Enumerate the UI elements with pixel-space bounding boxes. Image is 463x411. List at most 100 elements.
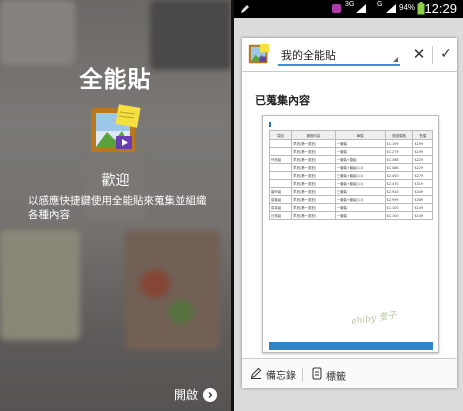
- memo-label: 備忘錄: [266, 371, 296, 382]
- clip-table-cell: 早拍(第一週拍): [291, 139, 336, 148]
- clip-watermark: ehiby 奎子: [350, 310, 398, 328]
- clip-table-cell: 早拍(第一週拍): [291, 171, 336, 180]
- clip-table-cell: $1,100: [384, 203, 414, 212]
- signal-icon: [355, 3, 367, 16]
- screenshot-root: 全能貼 歡迎 以感應快捷鍵使用全能貼來蒐集並組織各種內容 開啟 3G G 94%…: [0, 0, 463, 411]
- signal-icon: [385, 3, 397, 16]
- clip-table-cell: $279: [412, 171, 433, 180]
- status-bar: 3G G 94% 12:29: [234, 0, 463, 18]
- pen-icon: [239, 3, 251, 17]
- clip-table-cell: 宴客組: [268, 195, 293, 204]
- clip-table-cell: $199: [412, 147, 433, 156]
- scrapbook-dialog: 我的全能貼 ✕ ✓ 已蒐集內容 項目 服務內容 單價 優惠價格 售價 早拍(第一週拍) 一…: [242, 38, 457, 388]
- footer-separator: [302, 368, 303, 382]
- scrapbook-app-icon: [89, 104, 141, 156]
- close-icon: ✕: [412, 45, 426, 63]
- clip-table-cell: 三套裝+套組(11): [334, 171, 386, 180]
- app-title: 全能貼: [79, 67, 152, 93]
- clip-table-cell: $349: [412, 187, 433, 196]
- clip-table-cell: [268, 139, 293, 148]
- collected-clip-thumbnail[interactable]: 項目 服務內容 單價 優惠價格 售價 早拍(第一週拍) 一套裝 $1,199 $199 早拍(第…: [262, 115, 439, 353]
- clip-table-cell: 一套裝+套組(11): [334, 163, 386, 172]
- clip-table-row: 早拍(第一週拍) 三套裝+套組(11) $2,450 $279: [268, 171, 433, 180]
- pencil-icon: [250, 367, 262, 382]
- clip-table-cell: $1,388: [384, 155, 414, 164]
- welcome-title: 歡迎: [101, 173, 130, 189]
- dropdown-corner-icon: [393, 57, 398, 62]
- clip-table-cell: 一套裝: [334, 211, 386, 220]
- dialog-footer: 備忘錄 標籤: [242, 358, 457, 388]
- clip-header-cell: 優惠價格: [384, 130, 414, 140]
- start-button[interactable]: 開啟: [174, 386, 218, 403]
- clip-header-cell: 售價: [412, 130, 433, 140]
- clip-table-cell: 早拍(第一週拍): [291, 155, 336, 164]
- network-g-label: G: [377, 1, 383, 8]
- header-separator: [432, 46, 433, 64]
- check-icon: ✓: [440, 46, 452, 62]
- tag-label: 標籤: [326, 371, 346, 383]
- clip-table-cell: $319: [412, 179, 433, 188]
- network-3g-label: 3G: [345, 1, 355, 8]
- clip-table-cell: 寫真組: [268, 203, 293, 212]
- clip-table-cell: $2,450: [384, 171, 414, 180]
- clip-table-row: 寫真組 早拍(第一週拍) 一套裝 $1,100 $149: [268, 203, 433, 212]
- clip-table-cell: $1,488: [384, 163, 414, 172]
- clip-table-cell: 一套裝+套組(11): [334, 195, 386, 204]
- clip-heading-bar: [269, 122, 283, 127]
- clip-table-cell: $1,100: [384, 211, 414, 220]
- section-title: 已蒐集內容: [255, 94, 310, 107]
- clip-table-cell: $229: [412, 155, 433, 164]
- start-button-label: 開啟: [174, 388, 199, 402]
- clip-table-row: 日常組 早拍(第一週拍) 一套裝 $1,100 $149: [268, 211, 433, 220]
- clip-table-cell: 一套裝+套組(11): [334, 179, 386, 188]
- cancel-button[interactable]: ✕: [410, 45, 428, 63]
- scrapbook-app-icon: [248, 43, 270, 65]
- clip-table-cell: 外拍組: [268, 155, 293, 164]
- battery-percent: 94%: [399, 3, 416, 12]
- clip-table-cell: 早拍(第一週拍): [291, 179, 336, 188]
- clip-table-cell: 一套裝: [334, 147, 386, 156]
- clip-table-cell: $199: [412, 139, 433, 148]
- memo-button[interactable]: 備忘錄: [250, 367, 296, 382]
- clip-table-cell: $2,920: [384, 187, 414, 196]
- clip-table-header: 項目 服務內容 單價 優惠價格 售價: [268, 130, 433, 140]
- tag-icon: [312, 367, 322, 383]
- clip-table-row: 早拍(第一週拍) 一套裝+套組(11) $2,470 $319: [268, 179, 433, 188]
- clip-table: 項目 服務內容 單價 優惠價格 售價 早拍(第一週拍) 一套裝 $1,199 $199 早拍(第…: [268, 130, 433, 220]
- notification-icon: [331, 3, 342, 16]
- welcome-description: 以感應快捷鍵使用全能貼來蒐集並組織各種內容: [28, 195, 207, 221]
- clip-table-cell: 婚紗組: [268, 187, 293, 196]
- clip-table-cell: $1,199: [384, 139, 414, 148]
- clip-table-cell: 早拍(第一週拍): [291, 147, 336, 156]
- clip-table-cell: 早拍(第一週拍): [291, 203, 336, 212]
- clip-table-cell: $149: [412, 203, 433, 212]
- confirm-button[interactable]: ✓: [437, 45, 455, 63]
- clip-table-cell: 早拍(第一週拍): [291, 163, 336, 172]
- clip-table-cell: 早拍(第一週拍): [291, 187, 336, 196]
- dialog-header: 我的全能貼 ✕ ✓: [242, 38, 457, 72]
- chevron-right-icon: [203, 387, 218, 402]
- clip-table-row: 外拍組 早拍(第一週拍) 一套裝+整組 $1,388 $229: [268, 155, 433, 164]
- welcome-screen: 全能貼 歡迎 以感應快捷鍵使用全能貼來蒐集並組織各種內容 開啟: [0, 0, 231, 411]
- album-name: 我的全能貼: [281, 49, 336, 62]
- clip-table-cell: 日常組: [268, 211, 293, 220]
- clip-table-body: 早拍(第一週拍) 一套裝 $1,199 $199 早拍(第一週拍) 一套裝 $1,279 $1…: [268, 139, 433, 220]
- clip-footer-bar: [269, 342, 433, 350]
- clip-table-cell: $1,279: [384, 147, 414, 156]
- tag-button[interactable]: 標籤: [312, 367, 346, 383]
- clip-table-cell: [268, 147, 293, 156]
- clip-header-cell: 單價: [334, 130, 386, 140]
- clip-table-cell: 一套裝+整組: [334, 155, 386, 164]
- clip-table-cell: [268, 179, 293, 188]
- clip-table-cell: 一套裝: [334, 203, 386, 212]
- clip-table-row: 早拍(第一週拍) 一套裝+套組(11) $1,488 $229: [268, 163, 433, 172]
- clip-header-cell: 項目: [268, 130, 293, 140]
- clip-table-cell: 三套裝: [334, 187, 386, 196]
- clip-table-cell: $2,999: [384, 195, 414, 204]
- album-dropdown[interactable]: 我的全能貼: [278, 44, 400, 66]
- clock: 12:29: [424, 1, 457, 16]
- clip-table-cell: 早拍(第一週拍): [291, 195, 336, 204]
- clip-table-cell: 早拍(第一週拍): [291, 211, 336, 220]
- clip-table-row: 早拍(第一週拍) 一套裝 $1,199 $199: [268, 139, 433, 148]
- clip-table-cell: [268, 163, 293, 172]
